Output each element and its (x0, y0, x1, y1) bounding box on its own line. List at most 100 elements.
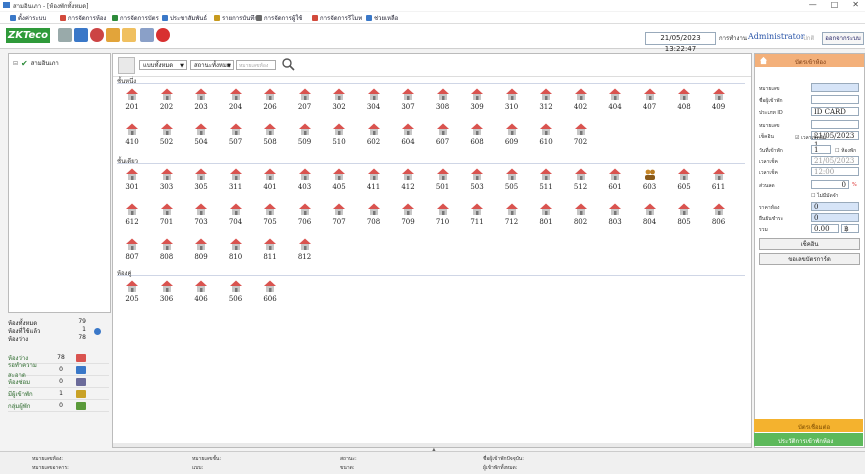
field-input-1[interactable] (811, 95, 859, 104)
menu-item-4[interactable]: รายการบันทึก (214, 13, 258, 23)
room-vacant[interactable]: 509 (293, 120, 317, 154)
room-vacant[interactable]: 804 (638, 200, 662, 234)
search-icon[interactable] (281, 57, 295, 71)
card-icon[interactable] (74, 28, 88, 42)
room-vacant[interactable]: 704 (224, 200, 248, 234)
menu-item-1[interactable]: การจัดการห้อง (60, 13, 106, 23)
room-vacant[interactable]: 506 (224, 277, 248, 311)
expand-icon[interactable]: ⊟ (13, 60, 18, 67)
minimize-button[interactable]: — (809, 0, 817, 9)
room-vacant[interactable]: 610 (534, 120, 558, 154)
room-vacant[interactable]: 404 (603, 85, 627, 119)
room-vacant[interactable]: 611 (707, 165, 731, 199)
room-vacant[interactable]: 806 (707, 200, 731, 234)
room-vacant[interactable]: 308 (431, 85, 455, 119)
room-vacant[interactable]: 406 (189, 277, 213, 311)
checkout-date-field[interactable]: 21/05/2023 (811, 156, 859, 165)
room-vacant[interactable]: 505 (500, 165, 524, 199)
room-vacant[interactable]: 801 (534, 200, 558, 234)
room-search-input[interactable]: หมายเลขห้อง (236, 60, 276, 70)
room-vacant[interactable]: 202 (155, 85, 179, 119)
room-vacant[interactable]: 407 (638, 85, 662, 119)
room-vacant[interactable]: 312 (534, 85, 558, 119)
room-vacant[interactable]: 607 (431, 120, 455, 154)
room-vacant[interactable]: 604 (396, 120, 420, 154)
room-vacant[interactable]: 412 (396, 165, 420, 199)
room-vacant[interactable]: 502 (155, 120, 179, 154)
room-vacant[interactable]: 510 (327, 120, 351, 154)
room-vacant[interactable]: 302 (327, 85, 351, 119)
menu-item-0[interactable]: ตั้งค่าระบบ (10, 13, 46, 23)
room-vacant[interactable]: 809 (189, 235, 213, 269)
legend-row[interactable]: กลุ่มผู้พัก 0 (8, 400, 109, 412)
close-button[interactable]: ✕ (852, 0, 859, 9)
menu-item-5[interactable]: การจัดการผู้ใช้ (256, 13, 302, 23)
field-input-3[interactable] (811, 120, 859, 129)
room-vacant[interactable]: 508 (258, 120, 282, 154)
room-vacant[interactable]: 609 (500, 120, 524, 154)
room-vacant[interactable]: 507 (224, 120, 248, 154)
room-vacant[interactable]: 511 (534, 165, 558, 199)
tree-root[interactable]: ⊟ ✔ สามอินเภา (13, 58, 59, 68)
paid-field[interactable]: 0 (811, 213, 859, 222)
room-vacant[interactable]: 206 (258, 85, 282, 119)
room-vacant[interactable]: 811 (258, 235, 282, 269)
room-vacant[interactable]: 608 (465, 120, 489, 154)
room-vacant[interactable]: 605 (672, 165, 696, 199)
room-vacant[interactable]: 402 (569, 85, 593, 119)
room-vacant[interactable]: 810 (224, 235, 248, 269)
search-tool-icon[interactable] (140, 28, 154, 42)
room-occupied[interactable]: 603 (638, 165, 662, 199)
refresh-icon[interactable] (94, 328, 101, 335)
room-vacant[interactable]: 612 (120, 200, 144, 234)
room-vacant[interactable]: 301 (120, 165, 144, 199)
days-stepper[interactable]: 1 (811, 145, 831, 154)
menu-item-7[interactable]: ช่วยเหลือ (366, 13, 398, 23)
room-vacant[interactable]: 203 (189, 85, 213, 119)
room-view-icon[interactable] (118, 57, 135, 74)
days-checkbox[interactable]: ☐ ห้องพัก (835, 147, 856, 155)
checkin-time-checkbox[interactable]: ☑ เวลาเช็คอิน (795, 134, 826, 142)
room-vacant[interactable]: 710 (431, 200, 455, 234)
room-vacant[interactable]: 303 (155, 165, 179, 199)
room-vacant[interactable]: 411 (362, 165, 386, 199)
menu-item-2[interactable]: การจัดการบัตร (112, 13, 159, 23)
room-vacant[interactable]: 205 (120, 277, 144, 311)
room-vacant[interactable]: 601 (603, 165, 627, 199)
legend-row[interactable]: มีผู้เข้าพัก 1 (8, 388, 109, 400)
field-input-0[interactable] (811, 83, 859, 92)
menu-item-6[interactable]: การจัดการรีโมท (312, 13, 362, 23)
calculator-icon[interactable] (58, 28, 72, 42)
power-icon[interactable] (156, 28, 170, 42)
room-vacant[interactable]: 204 (224, 85, 248, 119)
room-vacant[interactable]: 503 (465, 165, 489, 199)
room-vacant[interactable]: 310 (500, 85, 524, 119)
pencil-icon[interactable] (106, 28, 120, 42)
room-vacant[interactable]: 712 (500, 200, 524, 234)
room-vacant[interactable]: 709 (396, 200, 420, 234)
room-vacant[interactable]: 304 (362, 85, 386, 119)
card-connect-tab[interactable]: บัตรเชื่อมต่อ (754, 419, 863, 432)
room-vacant[interactable]: 708 (362, 200, 386, 234)
price-field[interactable]: 0 (811, 202, 859, 211)
deposit-checkbox[interactable]: ☐ ไม่มีมัดจำ (811, 192, 838, 200)
legend-row[interactable]: ห้องซ่อม 0 (8, 376, 109, 388)
room-vacant[interactable]: 807 (120, 235, 144, 269)
maximize-button[interactable]: □ (831, 0, 839, 9)
room-vacant[interactable]: 702 (569, 120, 593, 154)
room-vacant[interactable]: 602 (362, 120, 386, 154)
room-vacant[interactable]: 703 (189, 200, 213, 234)
room-vacant[interactable]: 306 (155, 277, 179, 311)
room-vacant[interactable]: 403 (293, 165, 317, 199)
room-vacant[interactable]: 805 (672, 200, 696, 234)
building-tree[interactable]: ⊟ ✔ สามอินเภา (8, 53, 111, 313)
checkin-button[interactable]: เช็คอิน (759, 238, 860, 250)
building-select[interactable]: แบบทั้งหมด ▼ (139, 60, 187, 70)
room-vacant[interactable]: 802 (569, 200, 593, 234)
globe-icon[interactable] (90, 28, 104, 42)
room-vacant[interactable]: 401 (258, 165, 282, 199)
room-vacant[interactable]: 305 (189, 165, 213, 199)
room-vacant[interactable]: 512 (569, 165, 593, 199)
room-vacant[interactable]: 408 (672, 85, 696, 119)
room-vacant[interactable]: 705 (258, 200, 282, 234)
